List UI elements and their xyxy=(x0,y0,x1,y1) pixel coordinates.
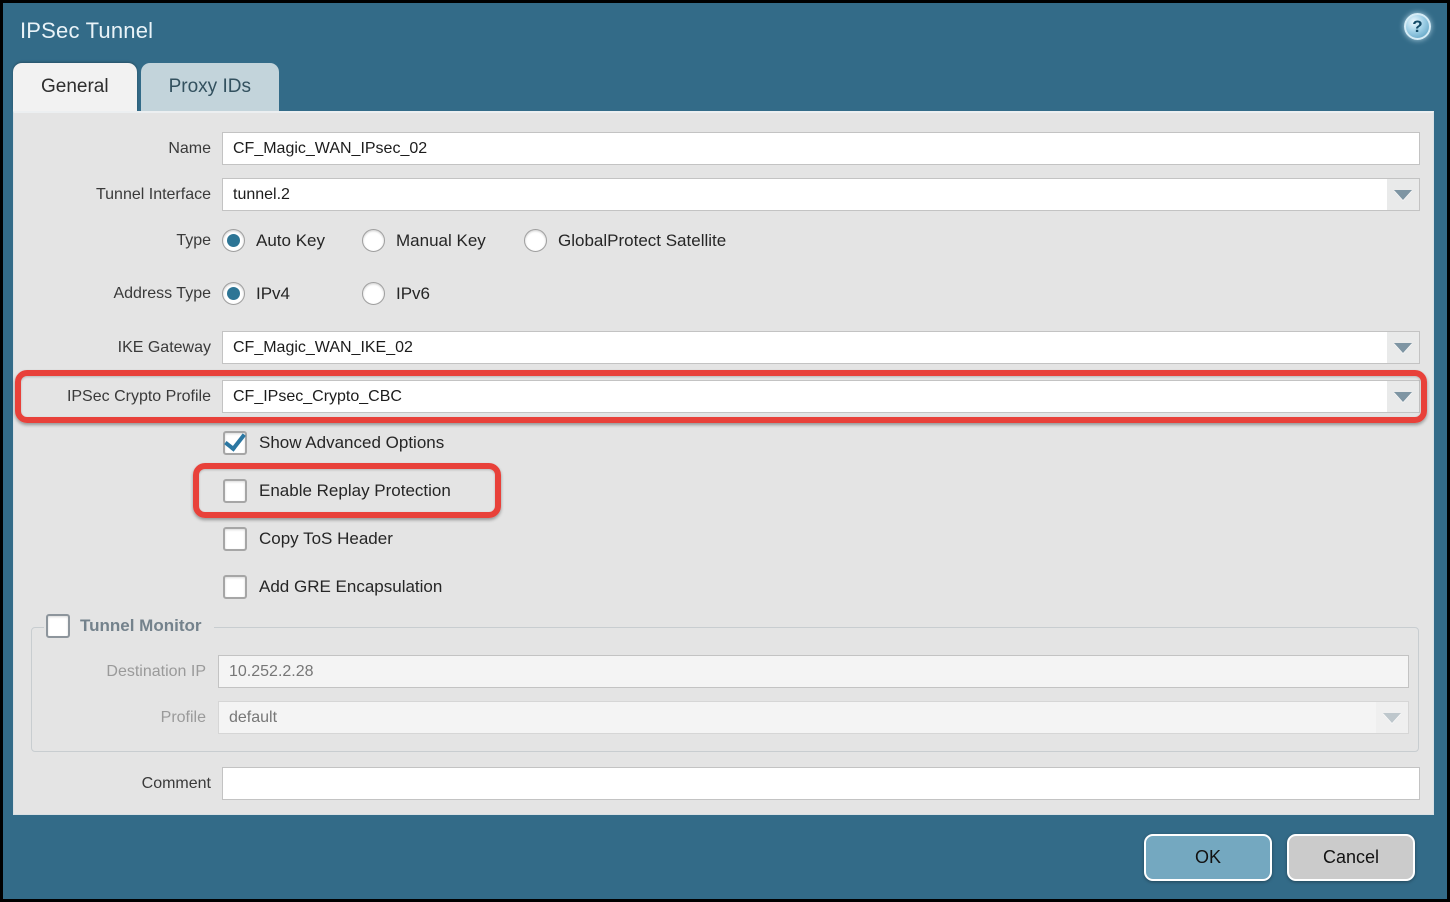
name-input[interactable] xyxy=(222,132,1420,165)
radio-button-icon[interactable] xyxy=(222,282,245,305)
checkbox-icon[interactable] xyxy=(46,614,70,638)
ike-gateway-row: IKE Gateway xyxy=(14,331,1420,364)
radio-button-icon[interactable] xyxy=(362,282,385,305)
tunnel-monitor-legend[interactable]: Tunnel Monitor xyxy=(44,614,214,638)
radio-button-icon[interactable] xyxy=(524,229,547,252)
profile-value xyxy=(219,702,1376,733)
radio-button-icon[interactable] xyxy=(222,229,245,252)
type-row: Type Auto Key Manual Key GlobalProtect S… xyxy=(14,227,1420,254)
add-gre-encapsulation-row[interactable]: Add GRE Encapsulation xyxy=(223,573,1420,600)
ike-gateway-value[interactable] xyxy=(223,332,1387,363)
radio-button-icon[interactable] xyxy=(362,229,385,252)
type-label: Type xyxy=(14,232,211,250)
dialog-title: IPSec Tunnel xyxy=(20,18,153,44)
comment-row: Comment xyxy=(14,767,1420,800)
radio-manual-key-label: Manual Key xyxy=(396,231,486,251)
ike-gateway-dropdown-button[interactable] xyxy=(1387,332,1419,363)
show-advanced-options-label: Show Advanced Options xyxy=(259,433,444,453)
radio-globalprotect-satellite-label: GlobalProtect Satellite xyxy=(558,231,726,251)
radio-auto-key[interactable]: Auto Key xyxy=(222,229,362,252)
ipsec-tunnel-dialog: IPSec Tunnel ? General Proxy IDs Name Tu… xyxy=(0,0,1450,902)
profile-dropdown-button xyxy=(1376,702,1408,733)
name-label: Name xyxy=(14,140,211,158)
tunnel-interface-value[interactable] xyxy=(223,179,1387,210)
tab-general[interactable]: General xyxy=(13,63,137,111)
chevron-down-icon xyxy=(1383,713,1401,723)
radio-ipv6-label: IPv6 xyxy=(396,284,430,304)
radio-ipv4[interactable]: IPv4 xyxy=(222,282,362,305)
destination-ip-row: Destination IP xyxy=(32,655,1409,688)
ok-button[interactable]: OK xyxy=(1144,834,1272,881)
comment-input[interactable] xyxy=(222,767,1420,800)
chevron-down-icon xyxy=(1394,190,1412,200)
profile-select xyxy=(218,701,1409,734)
tunnel-monitor-group: Tunnel Monitor Destination IP Profile xyxy=(31,627,1419,752)
tunnel-interface-label: Tunnel Interface xyxy=(14,186,211,204)
address-type-label: Address Type xyxy=(14,285,211,303)
ipsec-crypto-profile-label: IPSec Crypto Profile xyxy=(14,388,211,406)
radio-auto-key-label: Auto Key xyxy=(256,231,325,251)
checkbox-icon[interactable] xyxy=(223,479,247,503)
ipsec-crypto-profile-row: IPSec Crypto Profile xyxy=(14,380,1420,413)
radio-ipv4-label: IPv4 xyxy=(256,284,290,304)
help-icon[interactable]: ? xyxy=(1404,13,1431,40)
name-row: Name xyxy=(14,132,1420,165)
enable-replay-protection-row[interactable]: Enable Replay Protection xyxy=(223,477,1420,504)
dialog-titlebar: IPSec Tunnel ? xyxy=(3,3,1447,63)
checkbox-icon[interactable] xyxy=(223,431,247,455)
copy-tos-header-row[interactable]: Copy ToS Header xyxy=(223,525,1420,552)
comment-label: Comment xyxy=(14,775,211,793)
tunnel-interface-select[interactable] xyxy=(222,178,1420,211)
radio-ipv6[interactable]: IPv6 xyxy=(362,282,448,305)
address-type-row: Address Type IPv4 IPv6 xyxy=(14,280,1420,307)
tab-proxy-ids[interactable]: Proxy IDs xyxy=(141,63,279,111)
general-tab-panel: Name Tunnel Interface Type Auto xyxy=(13,111,1434,815)
radio-globalprotect-satellite[interactable]: GlobalProtect Satellite xyxy=(524,229,744,252)
ipsec-crypto-profile-dropdown-button[interactable] xyxy=(1387,381,1419,412)
copy-tos-header-label: Copy ToS Header xyxy=(259,529,393,549)
show-advanced-options-row[interactable]: Show Advanced Options xyxy=(223,429,1420,456)
ipsec-crypto-profile-value[interactable] xyxy=(223,381,1387,412)
chevron-down-icon xyxy=(1394,392,1412,402)
profile-row: Profile xyxy=(32,701,1409,734)
tunnel-interface-row: Tunnel Interface xyxy=(14,178,1420,211)
enable-replay-protection-label: Enable Replay Protection xyxy=(259,481,451,501)
ike-gateway-select[interactable] xyxy=(222,331,1420,364)
radio-manual-key[interactable]: Manual Key xyxy=(362,229,524,252)
ike-gateway-label: IKE Gateway xyxy=(14,339,211,357)
tunnel-interface-dropdown-button[interactable] xyxy=(1387,179,1419,210)
checkbox-icon[interactable] xyxy=(223,575,247,599)
tunnel-monitor-label: Tunnel Monitor xyxy=(80,616,202,636)
ipsec-crypto-profile-select[interactable] xyxy=(222,380,1420,413)
chevron-down-icon xyxy=(1394,343,1412,353)
checkbox-icon[interactable] xyxy=(223,527,247,551)
dialog-footer: OK Cancel xyxy=(3,815,1447,899)
add-gre-encapsulation-label: Add GRE Encapsulation xyxy=(259,577,442,597)
tab-strip: General Proxy IDs xyxy=(3,63,1447,111)
cancel-button[interactable]: Cancel xyxy=(1287,834,1415,881)
destination-ip-label: Destination IP xyxy=(32,663,206,681)
destination-ip-input xyxy=(218,655,1409,688)
profile-label: Profile xyxy=(32,709,206,727)
